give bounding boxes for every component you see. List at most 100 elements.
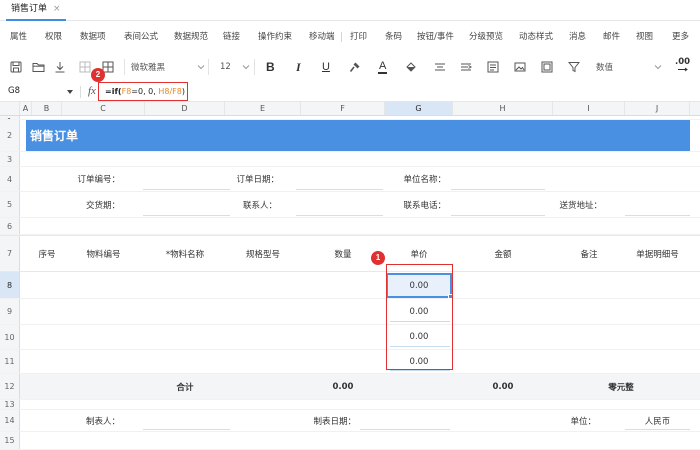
total-amount[interactable]: 0.00 xyxy=(453,374,553,399)
tab-sales-order[interactable]: 销售订单 × xyxy=(6,0,66,21)
header-remarks[interactable]: 备注 xyxy=(553,236,625,271)
italic-button[interactable]: I xyxy=(296,60,301,74)
menu-item-mobile[interactable]: 移动端 xyxy=(309,30,335,44)
row-header[interactable]: 8 xyxy=(0,272,20,298)
header-material-name[interactable]: *物料名称 xyxy=(145,236,225,271)
download-button[interactable] xyxy=(54,60,66,74)
row-header[interactable]: 11 xyxy=(0,350,20,373)
menu-item-view[interactable]: 视图 xyxy=(636,30,653,44)
contact-field[interactable] xyxy=(296,215,383,216)
row-header[interactable]: 2 xyxy=(0,120,20,151)
column-header-g[interactable]: G xyxy=(385,102,453,115)
menu-item-properties[interactable]: 属性 xyxy=(10,30,27,44)
column-header-a[interactable]: A xyxy=(20,102,32,115)
formula-input[interactable]: =if(F8=0, 0, H8/F8) xyxy=(98,82,188,101)
fx-icon[interactable]: fx xyxy=(88,82,96,101)
prepared-by-field[interactable] xyxy=(143,429,230,430)
indent-button[interactable] xyxy=(460,60,472,74)
menu-item-email[interactable]: 邮件 xyxy=(603,30,620,44)
save-button[interactable] xyxy=(10,60,22,74)
align-button[interactable] xyxy=(434,60,446,74)
company-name-label[interactable]: 单位名称： xyxy=(385,167,446,191)
header-specification[interactable]: 规格型号 xyxy=(225,236,301,271)
total-label[interactable]: 合计 xyxy=(145,374,225,399)
menu-item-button-events[interactable]: 按钮/事件 xyxy=(417,30,454,44)
currency-unit-value[interactable]: 人民币 xyxy=(625,410,690,431)
column-header-b[interactable]: B xyxy=(32,102,62,115)
increase-decimal-button[interactable]: .00 xyxy=(675,58,690,74)
row-header[interactable]: 7 xyxy=(0,236,20,271)
header-detail-number[interactable]: 单据明细号 xyxy=(625,236,690,271)
row-header[interactable]: 1 xyxy=(0,116,20,119)
row-header[interactable]: 15 xyxy=(0,432,20,449)
column-header-e[interactable]: E xyxy=(225,102,301,115)
column-header-j[interactable]: J xyxy=(625,102,690,115)
frame-button[interactable] xyxy=(541,60,553,74)
currency-unit-label[interactable]: 单位： xyxy=(553,410,596,431)
delivery-address-label[interactable]: 送货地址： xyxy=(553,192,602,217)
insert-image-button[interactable] xyxy=(514,60,526,74)
menu-item-print[interactable]: 打印 xyxy=(350,30,367,44)
sheet-title-banner[interactable]: 销售订单 xyxy=(26,120,690,151)
menu-item-permissions[interactable]: 权限 xyxy=(45,30,62,44)
menu-item-links[interactable]: 链接 xyxy=(223,30,240,44)
font-color-button[interactable]: A xyxy=(378,60,388,74)
row-header[interactable]: 5 xyxy=(0,192,20,217)
tab-close-icon[interactable]: × xyxy=(53,4,61,14)
row-header[interactable]: 3 xyxy=(0,152,20,166)
column-header-h[interactable]: H xyxy=(453,102,553,115)
column-header-d[interactable]: D xyxy=(145,102,225,115)
row-header[interactable]: 9 xyxy=(0,299,20,324)
total-quantity[interactable]: 0.00 xyxy=(301,374,385,399)
menu-item-data-rules[interactable]: 数据规范 xyxy=(174,30,208,44)
column-header-f[interactable]: F xyxy=(301,102,385,115)
select-all-corner[interactable] xyxy=(0,102,20,115)
order-number-label[interactable]: 订单编号： xyxy=(62,167,120,191)
column-header-c[interactable]: C xyxy=(62,102,145,115)
row-header[interactable]: 6 xyxy=(0,218,20,234)
menu-item-data-items[interactable]: 数据项 xyxy=(80,30,106,44)
menu-item-barcode[interactable]: 条码 xyxy=(385,30,402,44)
bold-button[interactable]: B xyxy=(266,60,275,74)
row-header[interactable]: 13 xyxy=(0,400,20,409)
menu-item-dynamic-style[interactable]: 动态样式 xyxy=(519,30,553,44)
filter-button[interactable] xyxy=(568,60,580,74)
prepared-date-label[interactable]: 制表日期： xyxy=(301,410,356,431)
menu-item-action-constraints[interactable]: 操作约束 xyxy=(258,30,292,44)
column-header-i[interactable]: I xyxy=(553,102,625,115)
cell-reference-box[interactable]: G8 xyxy=(8,82,20,101)
delivery-date-label[interactable]: 交货期： xyxy=(62,192,120,217)
underline-button[interactable]: U xyxy=(322,60,330,74)
contact-label[interactable]: 联系人： xyxy=(225,192,277,217)
number-format-select[interactable]: 数值 xyxy=(596,60,662,74)
total-amount-in-words[interactable]: 零元整 xyxy=(585,374,657,399)
phone-label[interactable]: 联系电话： xyxy=(385,192,446,217)
row-header[interactable]: 4 xyxy=(0,167,20,191)
header-amount[interactable]: 金额 xyxy=(453,236,553,271)
wrap-text-button[interactable] xyxy=(487,60,499,74)
menu-item-messages[interactable]: 消息 xyxy=(569,30,586,44)
format-painter-button[interactable] xyxy=(349,60,361,74)
order-date-field[interactable] xyxy=(296,189,383,190)
chevron-down-icon[interactable] xyxy=(66,89,74,95)
prepared-date-field[interactable] xyxy=(360,429,450,430)
header-material-code[interactable]: 物料编号 xyxy=(62,236,145,271)
phone-field[interactable] xyxy=(451,215,545,216)
font-size-select[interactable]: 12 xyxy=(220,60,250,74)
menu-item-cross-table-formula[interactable]: 表间公式 xyxy=(124,30,158,44)
company-name-field[interactable] xyxy=(451,189,545,190)
font-family-select[interactable]: 微软雅黑 xyxy=(131,60,205,74)
delivery-address-field[interactable] xyxy=(625,215,690,216)
open-button[interactable] xyxy=(32,60,45,74)
menu-item-more[interactable]: 更多 xyxy=(672,30,689,44)
row-header[interactable]: 12 xyxy=(0,374,20,399)
delivery-date-field[interactable] xyxy=(143,215,230,216)
menu-item-tiered-preview[interactable]: 分级预览 xyxy=(469,30,503,44)
row-header[interactable]: 10 xyxy=(0,325,20,349)
order-number-field[interactable] xyxy=(143,189,230,190)
order-date-label[interactable]: 订单日期： xyxy=(225,167,279,191)
fill-color-button[interactable] xyxy=(405,60,417,74)
border-button[interactable] xyxy=(79,60,91,74)
header-serial[interactable]: 序号 xyxy=(32,236,62,271)
prepared-by-label[interactable]: 制表人： xyxy=(62,410,120,431)
